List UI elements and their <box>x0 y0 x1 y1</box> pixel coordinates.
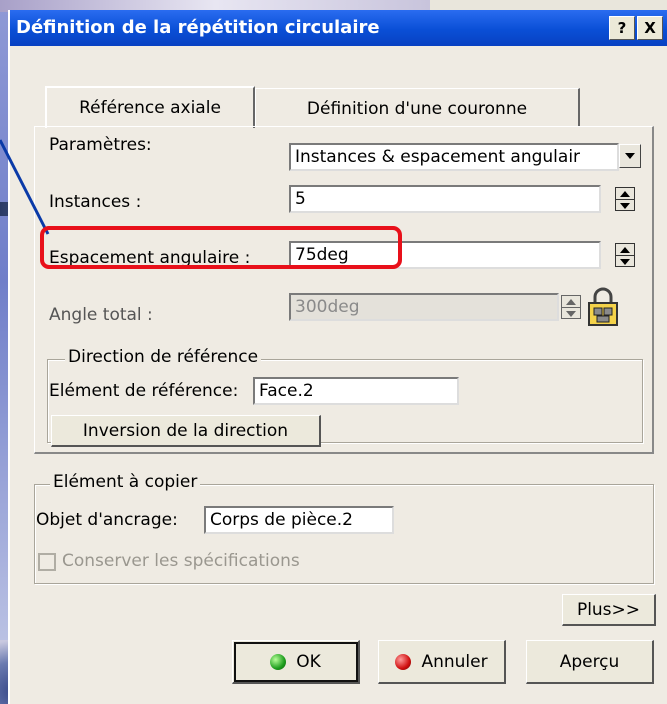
instances-input[interactable]: 5 <box>289 185 601 213</box>
cancel-button[interactable]: Annuler <box>378 640 506 684</box>
dialog-title: Définition de la répétition circulaire <box>16 17 380 38</box>
keep-specs-label: Conserver les spécifications <box>62 551 300 571</box>
ok-button-label: OK <box>296 651 321 672</box>
anchor-object-input[interactable]: Corps de pièce.2 <box>204 506 394 534</box>
parametres-label: Paramètres: <box>49 135 152 155</box>
tab-reference-axiale[interactable]: Référence axiale <box>45 86 255 128</box>
chevron-down-icon[interactable] <box>619 144 641 168</box>
inversion-direction-button[interactable]: Inversion de la direction <box>51 415 321 447</box>
close-button[interactable]: X <box>637 16 663 40</box>
copy-group-title: Elément à copier <box>50 472 201 492</box>
element-reference-input[interactable]: Face.2 <box>253 377 459 405</box>
help-button[interactable]: ? <box>609 16 635 40</box>
lock-icon[interactable] <box>585 287 621 327</box>
instances-label: Instances : <box>49 192 142 212</box>
angle-total-label: Angle total : <box>49 305 153 325</box>
espacement-input[interactable]: 75deg <box>289 241 601 269</box>
dialog-titlebar[interactable]: Définition de la répétition circulaire ?… <box>10 10 667 46</box>
anchor-object-label: Objet d'ancrage: <box>36 510 178 530</box>
espacement-label: Espacement angulaire : <box>49 248 251 268</box>
green-dot-icon <box>270 653 287 670</box>
angle-total-spin-icon <box>561 295 581 319</box>
direction-group-title: Direction de référence <box>65 347 262 367</box>
cancel-button-label: Annuler <box>421 651 488 672</box>
element-reference-label: Elément de référence: <box>49 381 239 401</box>
preview-button[interactable]: Aperçu <box>526 640 654 684</box>
circular-pattern-dialog: Définition de la répétition circulaire ?… <box>8 10 667 704</box>
espacement-spin-icon[interactable] <box>615 243 635 267</box>
red-dot-icon <box>395 653 412 670</box>
keep-specs-checkbox[interactable] <box>38 553 56 571</box>
instances-spin-icon[interactable] <box>615 187 635 211</box>
parametres-select[interactable]: Instances & espacement angulair <box>289 143 619 171</box>
ok-button[interactable]: OK <box>232 640 360 684</box>
tab-definition-couronne[interactable]: Définition d'une couronne <box>255 88 580 126</box>
angle-total-input: 300deg <box>289 293 559 321</box>
more-button[interactable]: Plus>> <box>562 594 656 626</box>
tab-panel: Paramètres: Instances & espacement angul… <box>34 126 654 454</box>
